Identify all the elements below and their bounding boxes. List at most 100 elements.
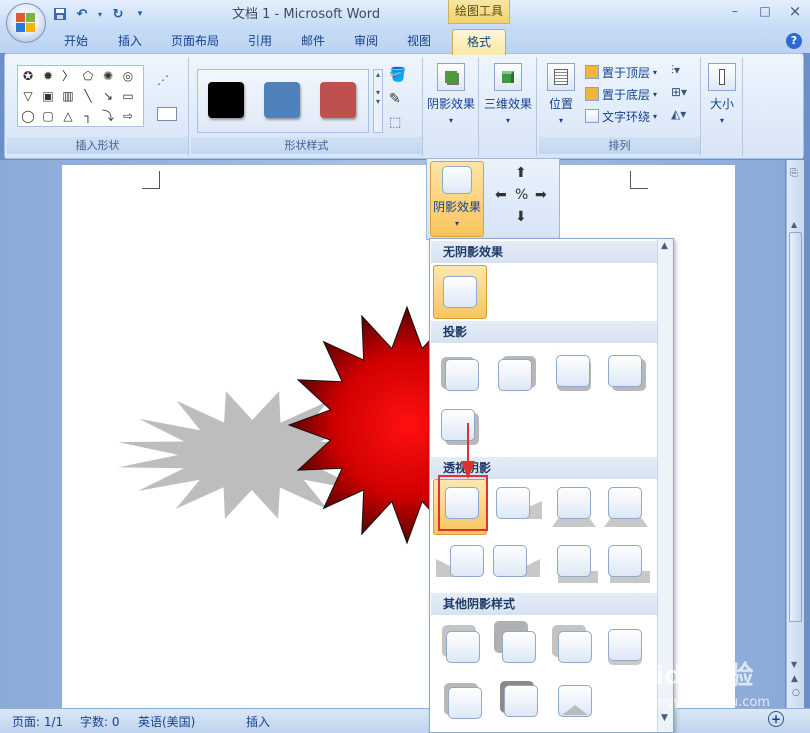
nudge-shadow-left-icon[interactable]: ⬅	[495, 187, 507, 203]
save-icon[interactable]	[52, 6, 68, 22]
seal-shape-icon[interactable]: ✪	[20, 68, 36, 84]
shadow-option-drop-3[interactable]	[556, 355, 590, 387]
nudge-shadow-right-icon[interactable]: ➡	[535, 187, 547, 203]
nudge-shadow-down-icon[interactable]: ⬇	[515, 209, 527, 225]
text-wrap-button[interactable]: 文字环绕 ▾	[585, 107, 657, 125]
window-controls: – □ ×	[720, 0, 810, 22]
rounded-rect-icon[interactable]: ▢	[40, 108, 56, 124]
tab-page-layout[interactable]: 页面布局	[171, 32, 219, 49]
change-shape-icon[interactable]: ⬚	[389, 115, 401, 130]
tab-home[interactable]: 开始	[64, 32, 88, 49]
tab-mailings[interactable]: 邮件	[301, 32, 325, 49]
position-icon	[547, 63, 575, 91]
status-page[interactable]: 页面: 1/1	[12, 713, 63, 730]
select-browse-object-icon[interactable]: ○	[792, 688, 800, 698]
shadow-effects-button[interactable]: 阴影效果 ▾	[425, 63, 477, 126]
gallery-scroll-down-icon[interactable]: ▼	[661, 713, 668, 723]
bring-to-front-button[interactable]: 置于顶层 ▾	[585, 63, 657, 81]
scroll-down-icon[interactable]: ▼	[791, 660, 797, 669]
shadow-option-none[interactable]	[443, 276, 477, 308]
shapes-gallery[interactable]: ✪ ✹ 〉 ⬠ ✺ ◎ ▽ ▣ ▥ ╲ ↘ ▭ ◯ ▢ △ ┐ ⤵ ⇨	[17, 65, 144, 127]
send-to-back-icon	[585, 87, 599, 101]
tab-format[interactable]: 格式	[452, 29, 506, 55]
textbox-shape-icon[interactable]: ▣	[40, 88, 56, 104]
shape-outline-icon[interactable]: ✎	[389, 91, 401, 107]
shadow-effects-preview-icon	[442, 166, 472, 194]
shadow-option-drop-1[interactable]	[445, 359, 479, 391]
undo-icon[interactable]: ↶	[74, 6, 90, 22]
elbow-connector-icon[interactable]: ┐	[80, 108, 96, 124]
burst-shape-icon[interactable]: ✺	[100, 68, 116, 84]
rotate-icon[interactable]: ◭▾	[671, 107, 686, 121]
shape-style-gallery[interactable]	[197, 69, 369, 133]
elbow-arrow-icon[interactable]: ⤵	[100, 108, 116, 124]
tab-review[interactable]: 审阅	[354, 32, 378, 49]
redo-icon[interactable]: ↻	[110, 6, 126, 22]
close-button[interactable]: ×	[780, 0, 810, 22]
star-shape-icon[interactable]: ✹	[40, 68, 56, 84]
dropdown-arrow-icon[interactable]: ▾	[96, 6, 104, 22]
line-shape-icon[interactable]: ╲	[80, 88, 96, 104]
scroll-thumb[interactable]	[789, 232, 802, 622]
shadow-option-perspective-7[interactable]	[557, 545, 591, 577]
shadow-option-perspective-5[interactable]	[450, 545, 484, 577]
3d-effects-button[interactable]: 三维效果 ▾	[481, 63, 535, 126]
trapezoid-shape-icon[interactable]: ▽	[20, 88, 36, 104]
shadow-option-perspective-8[interactable]	[608, 545, 642, 577]
donut-shape-icon[interactable]: ◎	[120, 68, 136, 84]
status-insert-mode[interactable]: 插入	[246, 713, 270, 730]
vertical-scrollbar[interactable]: ⎘ ▲ ▼ ▲ ○	[786, 160, 804, 708]
style-gallery-scroll[interactable]: ▴ ▾ ▾	[373, 69, 383, 133]
maximize-button[interactable]: □	[750, 0, 780, 22]
arrow-line-icon[interactable]: ↘	[100, 88, 116, 104]
shadow-option-perspective-2[interactable]	[496, 487, 530, 519]
vertical-textbox-icon[interactable]: ▥	[60, 88, 76, 104]
office-button[interactable]	[6, 3, 46, 43]
shadow-option-other-3[interactable]	[558, 631, 592, 663]
tab-insert[interactable]: 插入	[118, 32, 142, 49]
prev-page-icon[interactable]: ▲	[791, 674, 798, 684]
ruler-toggle-icon[interactable]: ⎘	[790, 168, 798, 179]
right-arrow-shape-icon[interactable]: ⇨	[120, 108, 136, 124]
status-words[interactable]: 字数: 0	[80, 713, 120, 730]
triangle-shape-icon[interactable]: △	[60, 108, 76, 124]
size-button[interactable]: 大小 ▾	[703, 63, 741, 126]
zoom-in-icon[interactable]: +	[768, 711, 784, 727]
edit-shape-icon[interactable]: ⋰	[157, 73, 179, 89]
tab-view[interactable]: 视图	[407, 32, 431, 49]
shadow-option-drop-4[interactable]	[608, 355, 642, 387]
oval-shape-icon[interactable]: ◯	[20, 108, 36, 124]
shape-fill-icon[interactable]: 🪣	[389, 67, 406, 83]
customize-qat-icon[interactable]: ▾	[132, 6, 148, 22]
nudge-shadow-up-icon[interactable]: ⬆	[515, 165, 527, 181]
group-objects-icon[interactable]: ⊞▾	[671, 85, 687, 99]
shadow-on-off-icon[interactable]: %	[515, 187, 528, 203]
shadow-option-other-2[interactable]	[502, 631, 536, 663]
group-arrange: 位置 ▾ 置于顶层 ▾ 置于底层 ▾ 文字环绕 ▾ ⫶▾ ⊞▾ ◭▾ 排列	[539, 57, 701, 156]
status-language[interactable]: 英语(美国)	[138, 713, 195, 730]
section-no-shadow: 无阴影效果	[431, 241, 657, 263]
style-swatch-red[interactable]	[320, 82, 356, 118]
shadow-option-other-1[interactable]	[446, 631, 480, 663]
help-icon[interactable]: ?	[786, 33, 802, 49]
style-swatch-black[interactable]	[208, 82, 244, 118]
position-button[interactable]: 位置 ▾	[541, 63, 581, 126]
shadow-option-perspective-4[interactable]	[608, 487, 642, 519]
send-to-back-button[interactable]: 置于底层 ▾	[585, 85, 657, 103]
rectangle-shape-icon[interactable]: ▭	[120, 88, 136, 104]
shadow-option-drop-2[interactable]	[498, 359, 532, 391]
shadow-option-perspective-6[interactable]	[493, 545, 527, 577]
chevron-shape-icon[interactable]: 〉	[60, 68, 76, 84]
shadow-option-perspective-3[interactable]	[557, 487, 591, 519]
align-icon[interactable]: ⫶▾	[671, 63, 680, 78]
pentagon-shape-icon[interactable]: ⬠	[80, 68, 96, 84]
gallery-scroll-up-icon[interactable]: ▲	[661, 241, 668, 251]
tab-references[interactable]: 引用	[248, 32, 272, 49]
shadow-option-other-5[interactable]	[448, 687, 482, 719]
shadow-effects-dropdown-button[interactable]: 阴影效果 ▾	[430, 161, 484, 237]
shadow-option-other-6[interactable]	[504, 685, 538, 717]
minimize-button[interactable]: –	[720, 0, 750, 22]
style-swatch-blue[interactable]	[264, 82, 300, 118]
scroll-up-icon[interactable]: ▲	[791, 220, 797, 229]
textbox-icon[interactable]	[157, 107, 177, 121]
